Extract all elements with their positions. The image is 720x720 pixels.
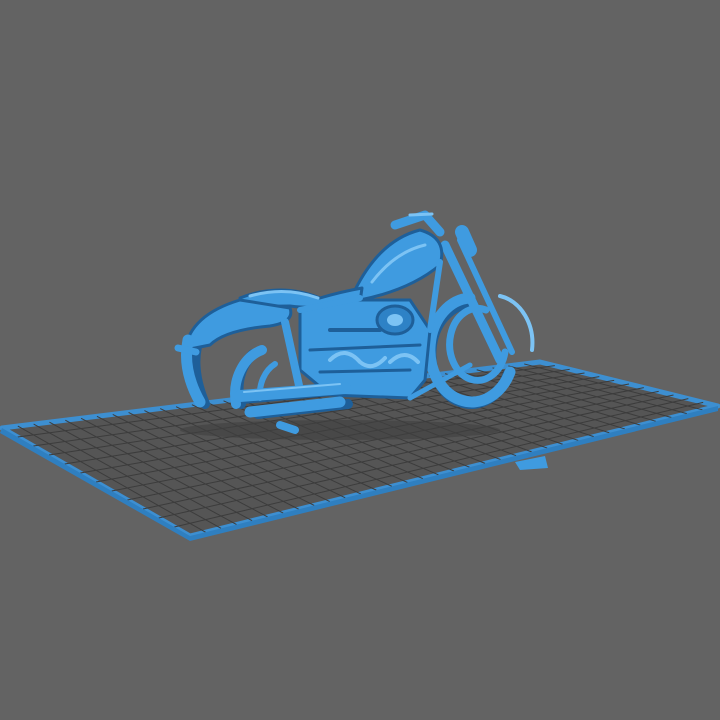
model-shadow xyxy=(180,420,500,440)
viewport-scene[interactable] xyxy=(0,0,720,720)
fuel-tank xyxy=(353,228,444,302)
3d-viewport[interactable] xyxy=(0,0,720,720)
engine xyxy=(281,298,432,400)
